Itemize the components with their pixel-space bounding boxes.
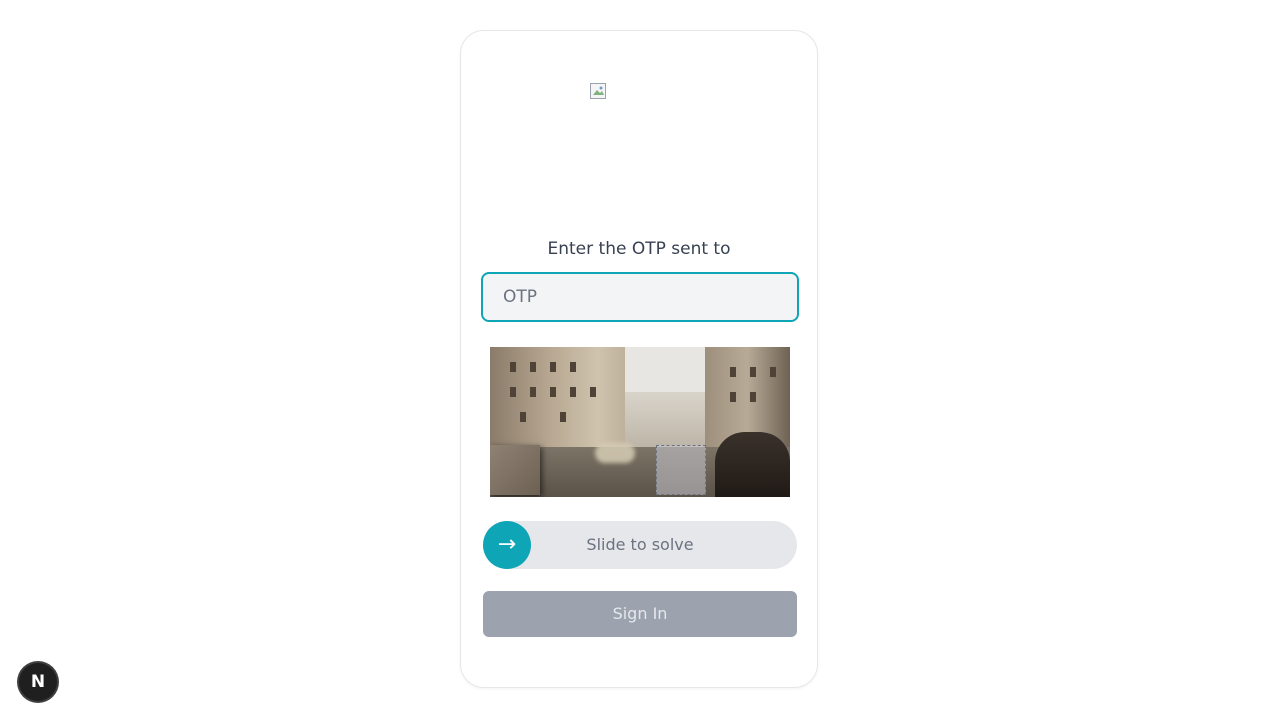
nextjs-icon[interactable]: N — [19, 663, 57, 701]
puzzle-building-left — [490, 347, 625, 447]
otp-input[interactable] — [481, 272, 799, 322]
puzzle-target-slot — [656, 445, 706, 495]
otp-prompt-label: Enter the OTP sent to — [547, 239, 731, 259]
puzzle-crowd — [715, 432, 790, 497]
puzzle-building-center — [625, 392, 705, 447]
puzzle-piece — [490, 445, 540, 495]
puzzle-car — [595, 443, 635, 463]
puzzle-sky — [625, 347, 705, 392]
login-card: Enter the OTP sent to OTP Slide to solve… — [460, 30, 818, 688]
captcha-slider[interactable]: Slide to solve → — [483, 521, 797, 569]
captcha-puzzle-image — [490, 347, 790, 497]
broken-logo-image-icon — [590, 83, 606, 99]
arrow-right-icon[interactable]: → — [483, 521, 531, 569]
sign-in-button[interactable]: Sign In — [483, 591, 797, 637]
